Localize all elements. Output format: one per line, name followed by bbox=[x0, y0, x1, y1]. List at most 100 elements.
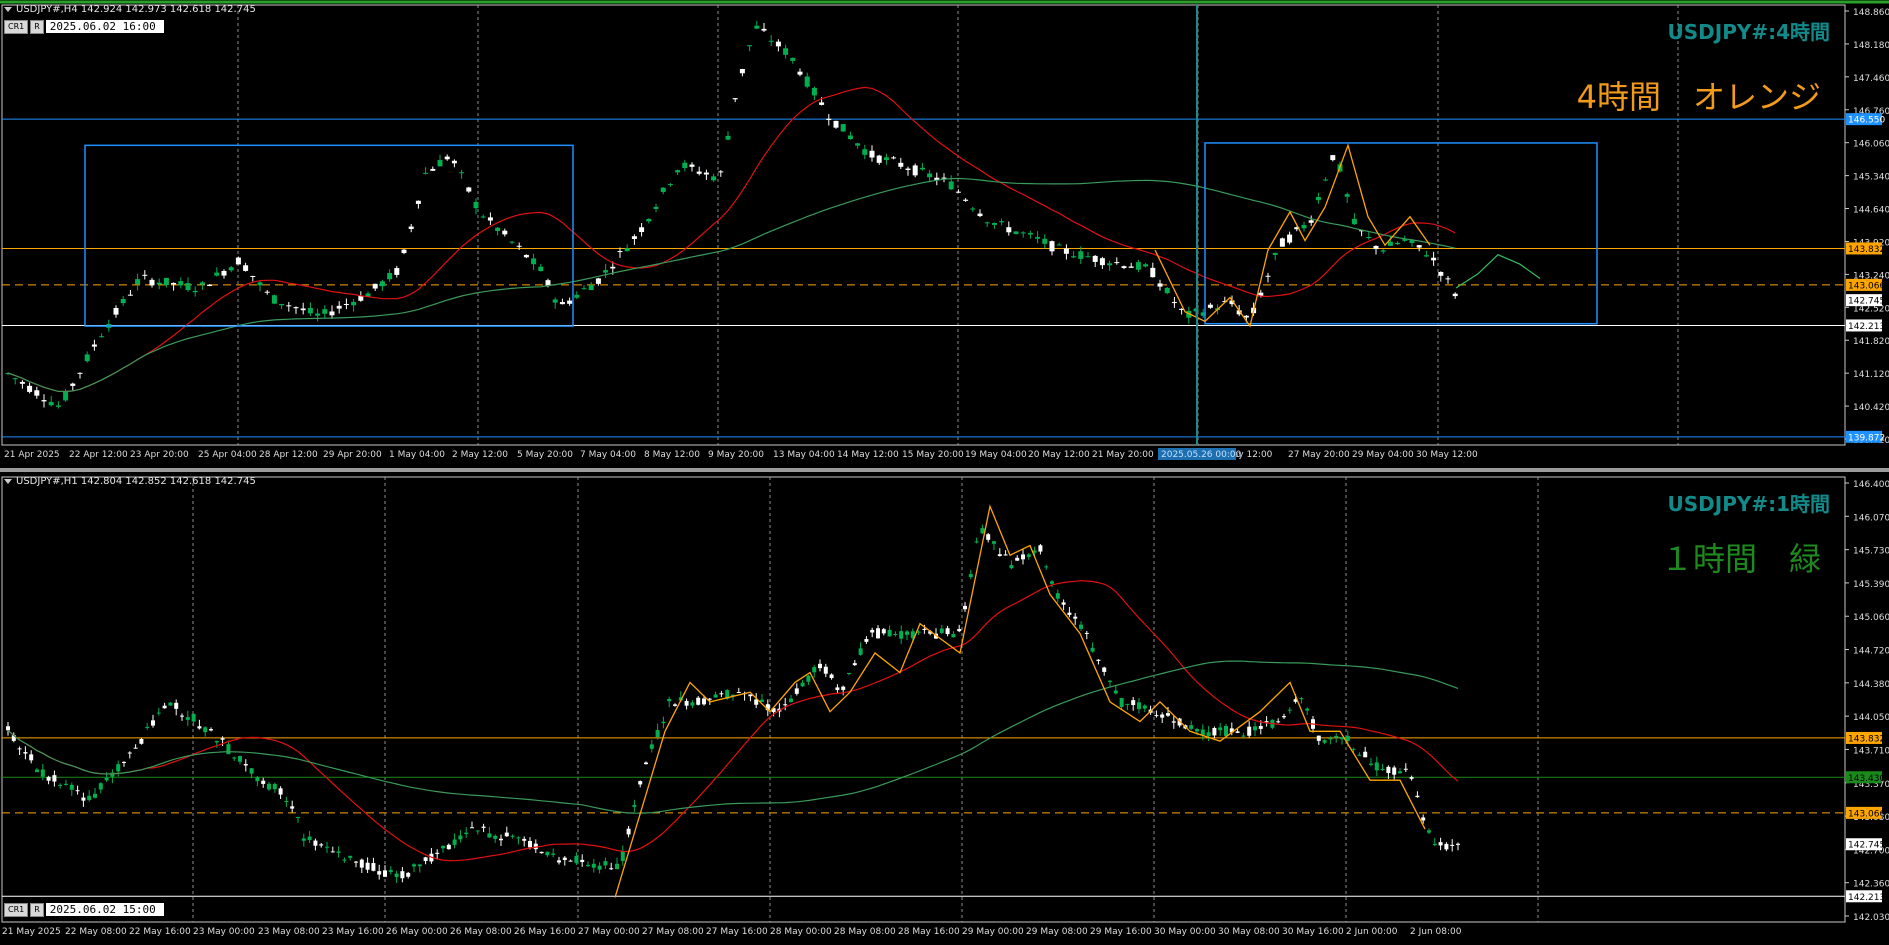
r-button[interactable]: R bbox=[30, 902, 44, 917]
x-tick-label: 20 May 12:00 bbox=[1028, 450, 1090, 460]
candle-body bbox=[199, 282, 205, 285]
candle-body bbox=[1056, 244, 1062, 246]
candle-body bbox=[783, 704, 788, 706]
candle-body bbox=[406, 872, 411, 877]
candle-body bbox=[238, 756, 242, 762]
candle-body bbox=[446, 844, 451, 850]
candle-body bbox=[1061, 602, 1066, 605]
h1-chart-panel[interactable]: 146.400 146.070 145.730 145.390 145.060 144.7… bbox=[0, 472, 1889, 945]
plot-frame bbox=[1, 4, 1846, 446]
candle-body bbox=[574, 294, 580, 298]
y-tick-label: 144.050 bbox=[1853, 713, 1889, 723]
candle-body bbox=[70, 383, 76, 386]
x-tick-label: 30 May 16:00 bbox=[1282, 927, 1344, 937]
candle-body bbox=[220, 738, 225, 740]
h4-chart-canvas[interactable]: 148.860148.180147.460146.760146.060145.3… bbox=[0, 0, 1889, 468]
candle-body bbox=[313, 840, 318, 846]
h1-chart-canvas[interactable]: 146.400 146.070 145.730 145.390 145.060 144.7… bbox=[0, 472, 1889, 945]
candle-body bbox=[1282, 716, 1286, 718]
moving-average-red bbox=[7, 580, 1459, 862]
h1-cursor-date-box: CR1 R 2025.06.02 15:00 bbox=[4, 902, 164, 917]
candle-body bbox=[1301, 224, 1307, 229]
candle-body bbox=[1323, 179, 1329, 181]
cr-button[interactable]: CR1 bbox=[4, 902, 29, 917]
candle-body bbox=[330, 851, 335, 853]
candle-body bbox=[1351, 218, 1357, 225]
candle-body bbox=[162, 705, 167, 709]
candle-body bbox=[858, 648, 863, 655]
h4-chart-panel[interactable]: 148.860 148.180 147.460 146.760 146.060 145.3… bbox=[0, 0, 1889, 468]
candle-body bbox=[739, 69, 745, 74]
candle-body bbox=[1107, 263, 1113, 266]
projection-line bbox=[1455, 253, 1541, 289]
candle-body bbox=[1128, 266, 1134, 268]
candle-body bbox=[1078, 251, 1084, 259]
candle-body bbox=[174, 702, 179, 709]
candle-body bbox=[400, 871, 405, 879]
candle-body bbox=[17, 748, 22, 750]
candle-body bbox=[388, 870, 393, 873]
candle-body bbox=[968, 574, 973, 578]
candle-body bbox=[459, 172, 465, 174]
candle-body bbox=[451, 160, 457, 164]
candle-body bbox=[278, 788, 283, 795]
candle-body bbox=[55, 405, 61, 407]
candle-body bbox=[40, 769, 45, 777]
candle-body bbox=[963, 199, 969, 201]
candle-body bbox=[1063, 248, 1069, 254]
candle-body bbox=[23, 752, 28, 754]
collapse-triangle-icon[interactable] bbox=[4, 6, 12, 12]
candle-body bbox=[1150, 267, 1156, 278]
candle-body bbox=[499, 838, 503, 841]
candle-body bbox=[829, 674, 834, 679]
candle-body bbox=[87, 795, 92, 801]
x-tick-label: 23 May 16:00 bbox=[322, 927, 384, 937]
h1-watermark-title: USDJPY#:1時間 bbox=[1667, 492, 1831, 516]
candle-body bbox=[372, 283, 378, 289]
candle-body bbox=[963, 605, 967, 610]
candle-body bbox=[603, 861, 608, 866]
x-tick-label: 9 May 20:00 bbox=[708, 450, 764, 460]
candle-body bbox=[1235, 731, 1240, 733]
candle-body bbox=[307, 308, 313, 314]
price-label-text: 146.550 bbox=[1848, 116, 1885, 126]
candle-body bbox=[696, 171, 702, 174]
candle-body bbox=[516, 837, 521, 839]
candle-body bbox=[354, 861, 358, 863]
cr-button[interactable]: CR1 bbox=[4, 19, 29, 34]
candle-body bbox=[1085, 256, 1091, 258]
candle-body bbox=[711, 176, 717, 181]
candle-body bbox=[1084, 632, 1089, 634]
candle-body bbox=[736, 692, 741, 694]
candle-body bbox=[394, 873, 399, 878]
price-label-text: 142.745 bbox=[1848, 841, 1885, 851]
price-label-text: 142.213 bbox=[1848, 322, 1885, 332]
candle-body bbox=[1299, 698, 1304, 700]
candle-body bbox=[653, 206, 659, 209]
candle-body bbox=[116, 764, 121, 772]
candle-body bbox=[58, 784, 63, 786]
candle-body bbox=[1351, 748, 1356, 750]
r-button[interactable]: R bbox=[30, 19, 44, 34]
candle-body bbox=[249, 768, 254, 774]
plot-frame bbox=[1, 476, 1846, 923]
candle-body bbox=[185, 717, 190, 720]
collapse-triangle-icon[interactable] bbox=[4, 478, 12, 484]
candle-body bbox=[1243, 315, 1249, 318]
candle-body bbox=[267, 783, 271, 790]
candle-body bbox=[279, 304, 285, 306]
candle-body bbox=[296, 817, 300, 819]
candle-body bbox=[835, 687, 840, 690]
candle-body bbox=[415, 200, 421, 204]
x-tick-label: 27 May 20:00 bbox=[1288, 450, 1350, 460]
candle-body bbox=[790, 57, 796, 61]
candle-body bbox=[437, 160, 443, 167]
h4-watermark-title: USDJPY#:4時間 bbox=[1667, 20, 1831, 44]
candle-body bbox=[522, 838, 527, 841]
y-tick-label: 148.860 bbox=[1853, 8, 1889, 18]
candle-body bbox=[1171, 302, 1177, 304]
candle-body bbox=[261, 780, 266, 784]
candle-body bbox=[387, 272, 393, 280]
candle-body bbox=[852, 663, 857, 666]
candle-body bbox=[487, 833, 492, 838]
